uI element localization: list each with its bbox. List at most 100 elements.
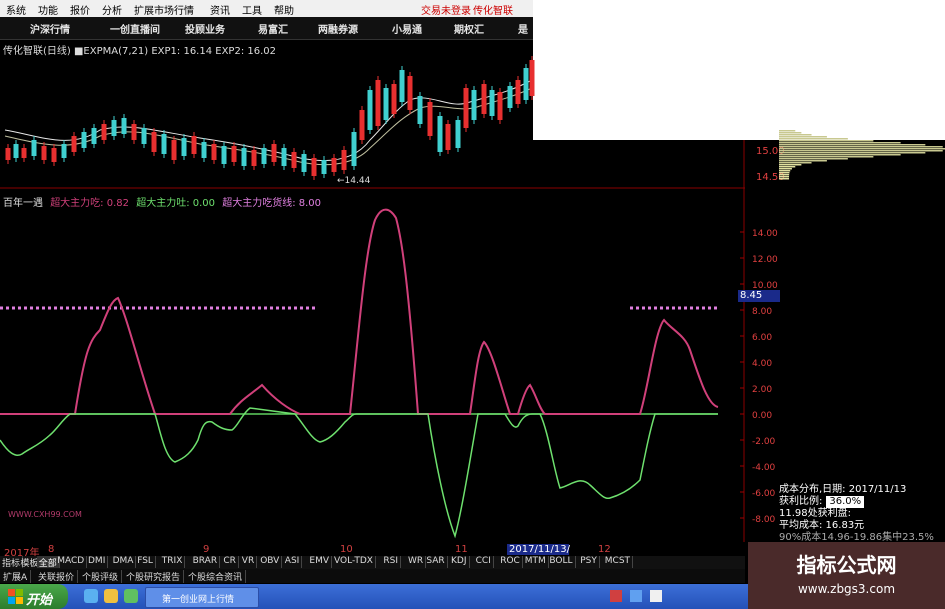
sub-tab-3[interactable]: 个股研究报告 [123,570,185,583]
candle-body [121,118,127,134]
nav-item-advisor[interactable]: 投顾业务 [185,21,225,36]
candle-body [5,148,11,160]
chip-bar [779,172,790,174]
candle-body [445,124,451,150]
sub-tab-2[interactable]: 个股评级 [79,570,123,583]
candle-body [463,88,469,128]
candle-body [481,84,487,114]
indicator-tab-asi[interactable]: ASI [283,556,303,568]
candle-body [151,132,157,152]
kline-chart[interactable]: ←14.44 [0,40,745,190]
candle-body [417,96,423,124]
cost-title: 成本分布,日期: 2017/11/13 [779,484,907,495]
candle-body [281,148,287,166]
indicator-tab-fsl[interactable]: FSL [135,556,156,568]
sub-tab-1[interactable]: 关联报价 [35,570,79,583]
taskbar-window-item[interactable]: 第一创业网上行情 [145,587,259,608]
indicator-tab-macd[interactable]: MACD [55,556,88,568]
indicator-tab-dma[interactable]: DMA [111,556,137,568]
sub-tab-4[interactable]: 个股综合资讯 [185,570,247,583]
indicator-tab-psy[interactable]: PSY [578,556,600,568]
indicator-tab-cr[interactable]: CR [221,556,239,568]
indicator-tab-roc[interactable]: ROC [498,556,523,568]
indicator-tab-vr[interactable]: VR [240,556,258,568]
date-month-8: 8 [48,544,55,555]
indicator-tab-dmi[interactable]: DMI [86,556,109,568]
indicator-tab-obv[interactable]: OBV [258,556,283,568]
candle-body [211,144,217,160]
y-tick-label: 0.00 [752,411,772,421]
profit-ratio-label: 获利比例: [779,496,823,507]
candle-body [31,140,37,156]
indicator-tab-rsi[interactable]: RSI [381,556,402,568]
ie-icon[interactable] [84,589,98,603]
trade-login-status[interactable]: 交易未登录 [421,2,471,17]
candle-body [13,144,19,158]
nav-item-options[interactable]: 期权汇 [454,21,484,36]
indicator-tab-emv[interactable]: EMV [307,556,332,568]
nav-item-margin[interactable]: 两融券源 [318,21,358,36]
nav-item-hs[interactable]: 沪深行情 [30,21,70,36]
tray-red-icon [610,590,622,602]
y-tick-label: -8.00 [752,515,776,525]
y-tick-label: 8.00 [752,307,772,317]
chip-bar [779,156,874,158]
candle-body [321,160,327,174]
nav-item-live[interactable]: 一创直播间 [110,21,160,36]
menu-item-quote[interactable]: 报价 [70,2,90,17]
candle-body [507,86,513,108]
indicator-tab-kdj[interactable]: KDJ [449,556,470,568]
indicator-tab-trix[interactable]: TRIX [160,556,186,568]
menu-item-ext-market[interactable]: 扩展市场行情 [134,2,194,17]
menu-item-system[interactable]: 系统 [6,2,26,17]
menu-item-help[interactable]: 帮助 [274,2,294,17]
chip-bar [779,144,926,146]
candle-body [61,144,67,158]
sub-tab-0[interactable]: 扩展A [0,570,32,583]
indicator-tab-cci[interactable]: CCI [474,556,494,568]
y-tick-label: -2.00 [752,437,776,447]
start-label: 开始 [26,593,53,608]
y-tick-label: -4.00 [752,463,776,473]
chip-bar [779,174,790,176]
chip-bar [779,152,926,154]
indicator-tab-vol-tdx[interactable]: VOL-TDX [332,556,376,568]
candle-body [523,68,529,100]
menu-item-analysis[interactable]: 分析 [102,2,122,17]
chip-bar [779,178,790,180]
indicator-tab-brar[interactable]: BRAR [191,556,221,568]
y-tick-label: 12.00 [752,255,778,265]
sub-tab-bar: 扩展A 关联报价 个股评级 个股研究报告 个股综合资讯 [0,569,745,583]
chip-bar [779,136,827,138]
chip-bar [779,160,827,162]
chip-bar [779,146,943,148]
chip-bar [779,130,796,132]
menu-item-tools[interactable]: 工具 [242,2,262,17]
y-tick-label: 6.00 [752,333,772,343]
candle-body [351,132,357,166]
tray-icons [610,590,662,602]
indicator-tab-sar[interactable]: SAR [424,556,448,568]
app-icon[interactable] [124,589,138,603]
date-month-11: 11 [455,544,468,555]
candlesticks [5,56,535,180]
candle-body [497,92,503,120]
menu-item-function[interactable]: 功能 [38,2,58,17]
menu-item-news[interactable]: 资讯 [210,2,230,17]
y-tick-label: 2.00 [752,385,772,395]
nav-item-yifu[interactable]: 易富汇 [258,21,288,36]
candle-body [251,150,257,166]
indicator-tab-mtm[interactable]: MTM [523,556,549,568]
candle-body [91,128,97,144]
indicator-tab-wr[interactable]: WR [406,556,427,568]
chip-bar [779,164,802,166]
indicator-tab-mcst[interactable]: MCST [603,556,634,568]
explorer-icon[interactable] [104,589,118,603]
indicator-tab-boll[interactable]: BOLL [547,556,576,568]
start-button[interactable]: 开始 [0,584,68,609]
date-month-10: 10 [340,544,353,555]
nav-item-more[interactable]: 是 [518,21,528,36]
chip-bar [779,150,943,152]
nav-item-xiaoyi[interactable]: 小易通 [392,21,422,36]
indicator-chart[interactable]: 14.0012.0010.008.006.004.002.000.00-2.00… [0,190,780,542]
